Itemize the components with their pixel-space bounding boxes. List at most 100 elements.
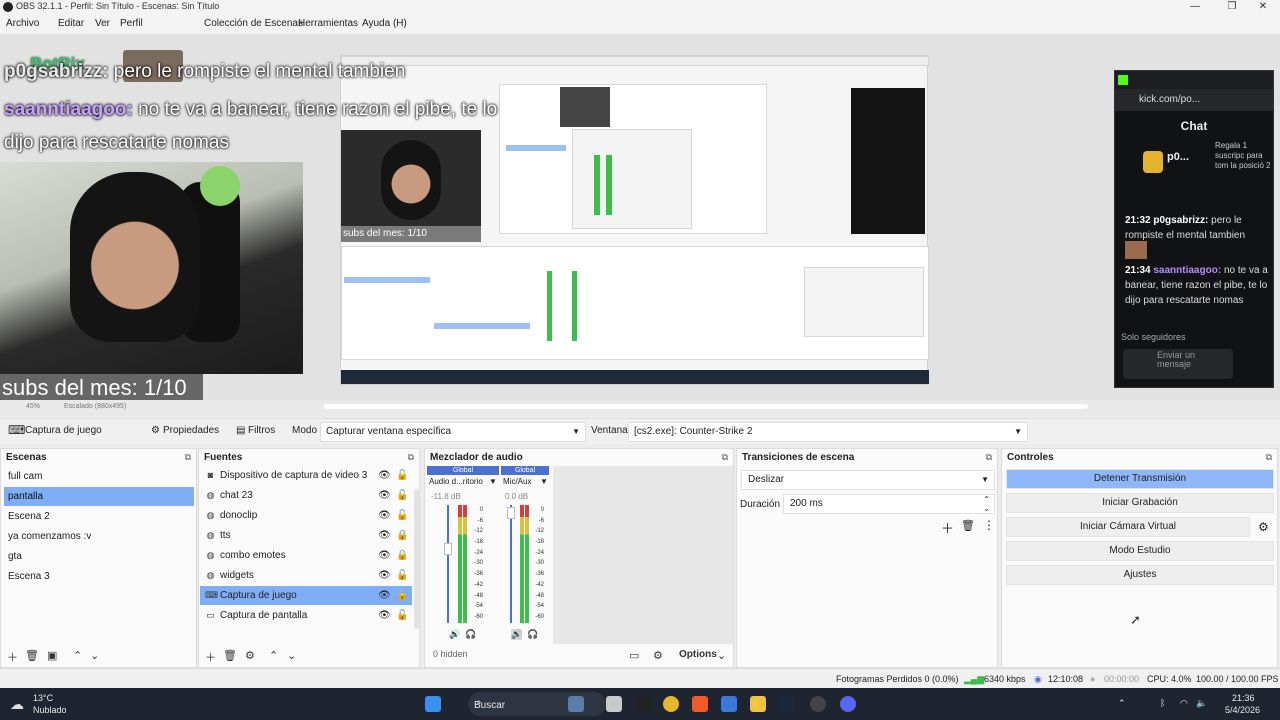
taskbar-search[interactable]: ⌕ Buscar (468, 692, 606, 716)
lock-icon[interactable]: 🔓 (396, 606, 408, 625)
lock-icon[interactable]: 🔒 (396, 546, 408, 565)
source-item[interactable]: ◍ widgets 👁 🔓 (200, 566, 412, 585)
start-recording-button[interactable]: Iniciar Grabación (1006, 493, 1274, 513)
menu-editar[interactable]: Editar (58, 18, 84, 29)
volume-fader[interactable] (447, 505, 449, 623)
volume-fader-handle[interactable] (507, 507, 515, 519)
lock-icon[interactable]: 🔓 (396, 466, 408, 485)
close-button[interactable]: ✕ (1246, 0, 1280, 14)
visibility-icon[interactable]: 👁 (378, 526, 391, 545)
scene-filters-icon[interactable]: ▣ (47, 649, 57, 662)
move-up-icon[interactable]: ⌃ (269, 649, 278, 662)
volume-fader[interactable] (510, 505, 512, 623)
steam-icon[interactable] (779, 696, 795, 712)
add-source-icon[interactable]: ＋ (205, 649, 216, 665)
preview-canvas[interactable]: subs del mes: 1/10 BotRix p0gsabrizz: pe… (0, 34, 1280, 402)
obs-icon[interactable] (810, 696, 826, 712)
clock-time[interactable]: 21:36 (1232, 693, 1255, 703)
gear-icon[interactable]: ⚙ (151, 425, 160, 436)
maximize-button[interactable]: ❐ (1215, 0, 1249, 14)
chevron-down-icon[interactable]: ▼ (540, 477, 548, 486)
volume-icon[interactable]: 🔈 (1196, 698, 1207, 709)
move-up-icon[interactable]: ⌃ (73, 649, 82, 662)
source-item[interactable]: ◍ chat 23 👁 🔓 (200, 486, 412, 505)
menu-perfil[interactable]: Perfil (120, 18, 143, 29)
properties-button[interactable]: Propiedades (163, 425, 219, 436)
bluetooth-icon[interactable]: ᛒ (1160, 698, 1165, 708)
mixer-settings-icon[interactable]: ⚙ (653, 649, 663, 662)
options-button[interactable]: Options (679, 649, 717, 660)
minimize-button[interactable]: — (1178, 0, 1212, 14)
visibility-icon[interactable]: 👁 (378, 566, 391, 585)
window-select[interactable]: [cs2.exe]: Counter-Strike 2 ▼ (628, 422, 1028, 442)
visibility-icon[interactable]: 👁 (378, 546, 391, 565)
scene-item[interactable]: gta (4, 547, 194, 566)
scene-item[interactable]: ya comenzamos :v (4, 527, 194, 546)
more-options-icon[interactable]: ⋮ (983, 518, 995, 532)
visibility-icon[interactable]: 👁 (378, 466, 391, 485)
mode-select[interactable]: Capturar ventana específica ▼ (320, 422, 586, 442)
headphones-icon[interactable]: 🎧 (527, 629, 538, 640)
lock-icon[interactable]: 🔓 (396, 566, 408, 585)
app-icon[interactable] (568, 696, 584, 712)
start-virtual-camera-button[interactable]: Iniciar Cámara Virtual (1006, 517, 1250, 537)
chevron-down-icon[interactable]: ⌄ (717, 649, 726, 662)
start-icon[interactable] (425, 696, 441, 712)
visibility-icon[interactable]: 👁 (378, 606, 391, 625)
remove-transition-icon[interactable]: 🗑 (961, 519, 975, 532)
speaker-icon[interactable]: 🔊 (511, 629, 523, 640)
folder-icon[interactable] (750, 696, 766, 712)
source-item[interactable]: ▭ Captura de pantalla 👁 🔓 (200, 606, 412, 625)
discord-icon[interactable] (840, 696, 856, 712)
move-down-icon[interactable]: ⌄ (287, 649, 296, 662)
settings-button[interactable]: Ajustes (1006, 565, 1274, 585)
lock-icon[interactable]: 🔒 (396, 586, 408, 605)
volume-fader-handle[interactable] (444, 543, 452, 555)
source-item[interactable]: ◍ donoclip 👁 🔓 (200, 506, 412, 525)
filter-icon[interactable]: ▤ (236, 425, 245, 436)
clock-date[interactable]: 5/4/2026 (1225, 705, 1260, 715)
source-item[interactable]: ◍ combo emotes 👁 🔒 (200, 546, 412, 565)
headphones-icon[interactable]: 🎧 (465, 629, 476, 640)
layout-icon[interactable]: ▭ (629, 649, 639, 662)
chrome-icon[interactable] (663, 696, 679, 712)
wifi-icon[interactable]: ◠ (1180, 698, 1188, 709)
tray-chevron-icon[interactable]: ⌃ (1118, 698, 1126, 709)
epic-games-icon[interactable] (636, 696, 652, 712)
filters-button[interactable]: Filtros (248, 425, 275, 436)
scene-item[interactable]: Escena 3 (4, 567, 194, 586)
scene-item-selected[interactable]: pantalla (4, 487, 194, 506)
visibility-icon[interactable]: 👁 (378, 506, 391, 525)
lock-icon[interactable]: 🔒 (396, 526, 408, 545)
source-item[interactable]: ⌨ Captura de juego 👁 🔒 (200, 586, 412, 605)
dock-float-icon[interactable]: ⧉ (408, 452, 414, 463)
duration-input[interactable]: 200 ms ⌃ ⌄ (783, 494, 995, 514)
move-down-icon[interactable]: ⌄ (90, 649, 99, 662)
menu-archivo[interactable]: Archivo (6, 18, 39, 29)
virtual-camera-settings-icon[interactable]: ⚙ (1258, 520, 1269, 534)
menu-ayuda[interactable]: Ayuda (H) (362, 18, 407, 29)
lock-icon[interactable]: 🔓 (396, 506, 408, 525)
scene-item[interactable]: full cam (4, 467, 194, 486)
dock-float-icon[interactable]: ⧉ (185, 452, 191, 463)
menu-coleccion-escenas[interactable]: Colección de Escenas (204, 18, 303, 29)
store-icon[interactable] (721, 696, 737, 712)
brave-icon[interactable] (692, 696, 708, 712)
source-item[interactable]: ◙ Dispositivo de captura de video 3 👁 🔓 (200, 466, 412, 485)
visibility-icon[interactable]: 👁 (378, 486, 391, 505)
dock-float-icon[interactable]: ⧉ (722, 452, 728, 463)
kick-address-bar[interactable]: kick.com/po... (1115, 89, 1273, 111)
chevron-down-icon[interactable]: ▼ (489, 477, 497, 486)
studio-mode-button[interactable]: Modo Estudio (1006, 541, 1274, 561)
dock-float-icon[interactable]: ⧉ (1266, 452, 1272, 463)
scene-item[interactable]: Escena 2 (4, 507, 194, 526)
speaker-icon[interactable]: 🔊 (449, 629, 460, 640)
lock-icon[interactable]: 🔓 (396, 486, 408, 505)
source-properties-icon[interactable]: ⚙ (245, 649, 255, 662)
source-item[interactable]: ◍ tts 👁 🔒 (200, 526, 412, 545)
task-view-icon[interactable] (606, 696, 622, 712)
sources-scrollbar[interactable] (414, 489, 419, 629)
kick-chat-input[interactable]: Enviar un mensaje (1123, 349, 1233, 379)
menu-herramientas[interactable]: Herramientas (298, 18, 358, 29)
preview-scrollbar[interactable] (324, 404, 1088, 409)
